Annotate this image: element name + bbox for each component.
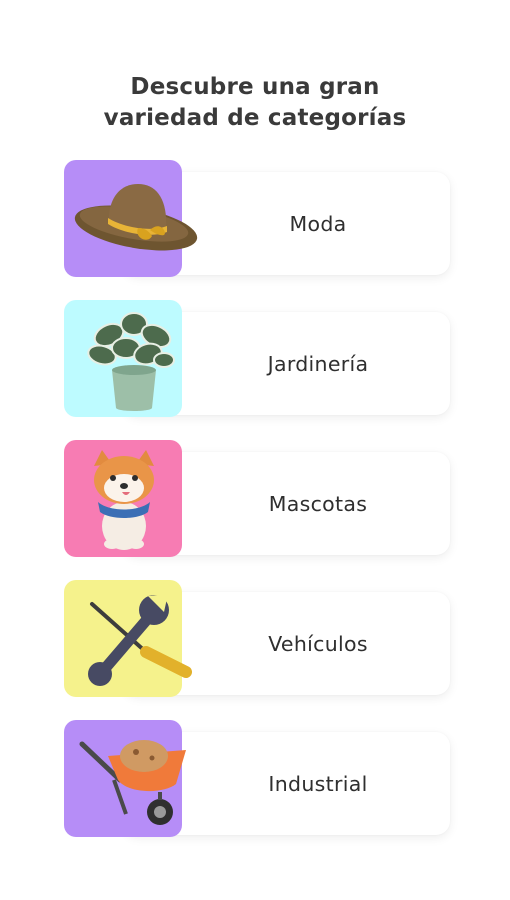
category-card-vehiculos[interactable]: Vehículos — [64, 580, 452, 697]
category-label-industrial: Industrial — [268, 771, 368, 796]
category-tile-industrial — [64, 720, 186, 837]
category-card-industrial[interactable]: Industrial — [64, 720, 452, 837]
page-title: Descubre una gran variedad de categorías — [0, 72, 510, 134]
page-title-line-2: variedad de categorías — [103, 105, 407, 131]
potted-plant-icon — [87, 312, 175, 411]
shiba-dog-icon — [94, 450, 154, 550]
page-title-line-1: Descubre una gran — [130, 74, 380, 100]
category-card-mascotas[interactable]: Mascotas — [64, 440, 452, 557]
category-label-jardineria: Jardinería — [267, 351, 369, 376]
category-tile-jardineria — [64, 300, 182, 417]
category-list: Moda Jardinería Mascotas Vehículos Indus… — [64, 160, 452, 860]
category-card-moda[interactable]: Moda — [64, 160, 452, 277]
category-label-mascotas: Mascotas — [268, 491, 368, 516]
category-tile-moda — [64, 160, 198, 277]
category-tile-mascotas — [64, 440, 182, 557]
wrench-screwdriver-icon — [88, 594, 192, 686]
category-label-moda: Moda — [289, 211, 347, 236]
category-tile-vehiculos — [64, 580, 192, 697]
category-card-jardineria[interactable]: Jardinería — [64, 300, 452, 417]
wheelbarrow-icon — [79, 740, 186, 825]
category-label-vehiculos: Vehículos — [268, 631, 368, 656]
